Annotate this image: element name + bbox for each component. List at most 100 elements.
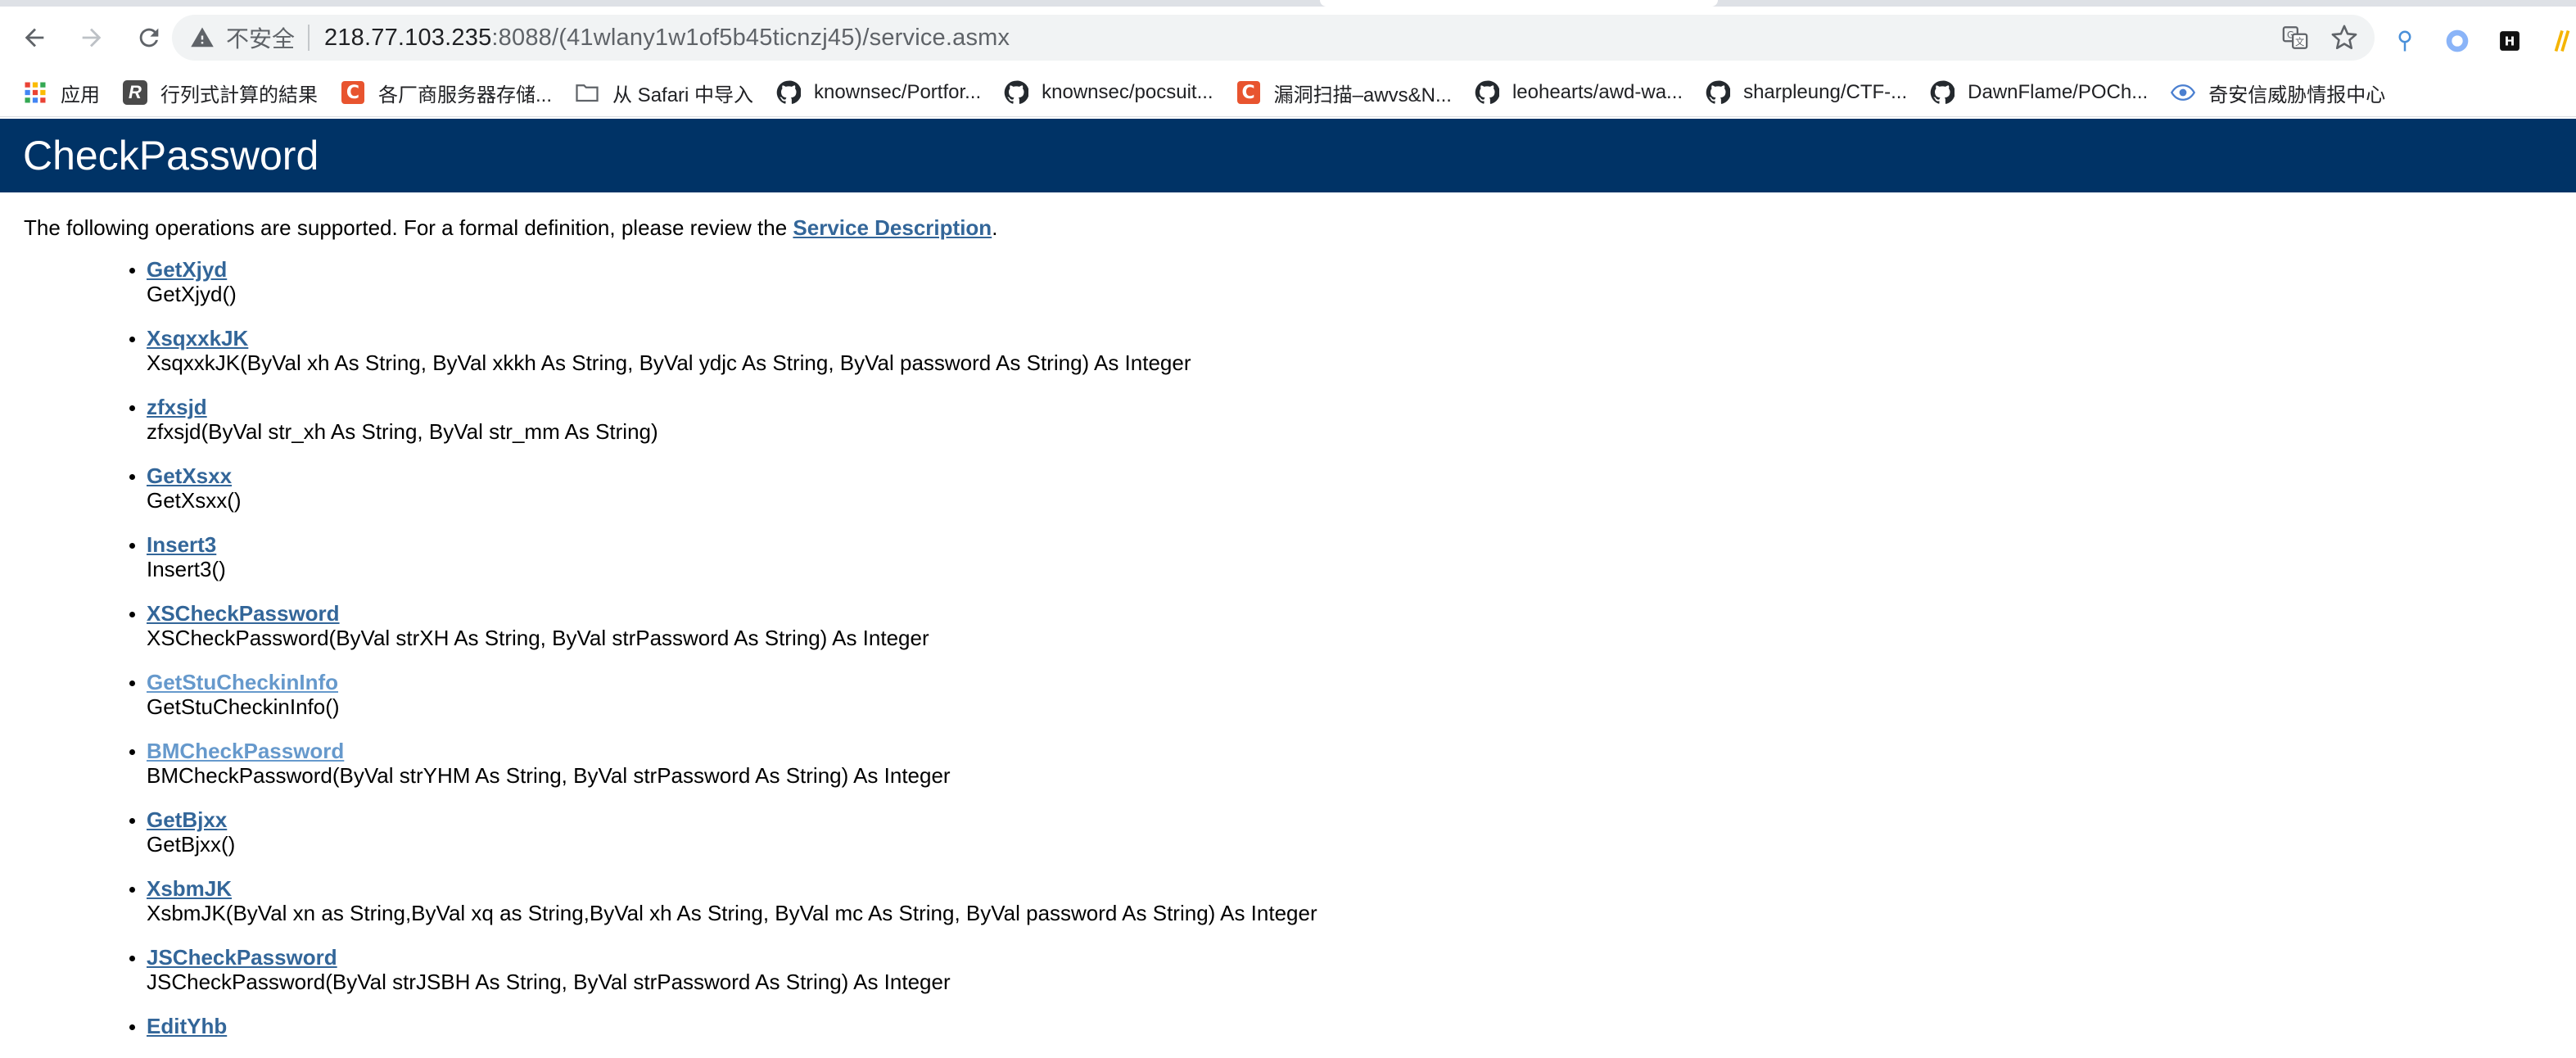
extension-h[interactable]: H: [2496, 27, 2524, 55]
operation-signature: GetXsxx(): [147, 488, 242, 513]
operation-item: XsbmJKXsbmJK(ByVal xn as String,ByVal xq…: [147, 876, 2576, 925]
extension-pin[interactable]: [2391, 27, 2419, 55]
omnibox-divider: [308, 25, 310, 51]
operation-signature: JSCheckPassword(ByVal strJSBH As String,…: [147, 970, 951, 994]
security-label: 不安全: [226, 26, 296, 52]
operation-link[interactable]: GetBjxx: [147, 807, 227, 832]
r-logo-icon: R: [123, 80, 147, 105]
forward-button[interactable]: [69, 15, 115, 61]
operation-link[interactable]: GetXsxx: [147, 463, 232, 488]
bookmark-label: 应用: [61, 84, 100, 106]
bookmark-determinant[interactable]: R 行列式計算的結果: [123, 79, 318, 107]
operation-signature: BMCheckPassword(ByVal strYHM As String, …: [147, 763, 951, 788]
folder-icon: [575, 80, 599, 105]
translate-icon[interactable]: G 文: [2281, 24, 2309, 52]
security-chip[interactable]: 不安全: [190, 21, 295, 54]
operation-item: GetXjydGetXjyd(): [147, 257, 2576, 306]
operation-item: zfxsjdzfxsjd(ByVal str_xh As String, ByV…: [147, 395, 2576, 444]
circle-extension-icon: [2446, 29, 2469, 52]
eye-icon: [2171, 80, 2196, 105]
operation-item: GetBjxxGetBjxx(): [147, 807, 2576, 857]
h-extension-icon: H: [2500, 31, 2520, 51]
reload-button[interactable]: [126, 15, 172, 61]
bookmark-label: 从 Safari 中导入: [612, 84, 754, 106]
star-icon[interactable]: [2330, 24, 2358, 52]
bookmark-dawnflame[interactable]: DawnFlame/POCh...: [1930, 80, 2148, 105]
operation-signature: XSCheckPassword(ByVal strXH As String, B…: [147, 626, 929, 650]
pin-icon: [2398, 30, 2411, 52]
c-logo-icon: C: [1236, 80, 1261, 105]
operation-link[interactable]: XsbmJK: [147, 876, 232, 901]
bookmark-vuln-scan[interactable]: C 漏洞扫描–awvs&N...: [1236, 79, 1452, 107]
service-description-link[interactable]: Service Description: [793, 215, 992, 240]
github-icon: [1930, 80, 1955, 105]
github-icon: [1706, 80, 1731, 105]
active-tab[interactable]: [1320, 0, 1718, 7]
bookmark-label: knownsec/pocsuit...: [1042, 81, 1213, 103]
operation-signature: XsqxxkJK(ByVal xh As String, ByVal xkkh …: [147, 350, 1191, 375]
url-host: 218.77.103.235: [324, 24, 492, 51]
arrow-left-icon: [25, 28, 44, 47]
bookmark-knownsec-pocsuite[interactable]: knownsec/pocsuit...: [1004, 80, 1213, 105]
operation-item: GetXsxxGetXsxx(): [147, 463, 2576, 513]
warning-icon: [191, 27, 214, 47]
bookmark-safari-import[interactable]: 从 Safari 中导入: [575, 79, 753, 107]
intro-text: The following operations are supported. …: [24, 211, 2576, 244]
operation-item: XSCheckPasswordXSCheckPassword(ByVal str…: [147, 601, 2576, 650]
operation-signature: zfxsjd(ByVal str_xh As String, ByVal str…: [147, 419, 658, 444]
bookmark-label: 奇安信威胁情报中心: [2208, 84, 2386, 106]
svg-text:H: H: [2505, 34, 2515, 48]
url-text[interactable]: 218.77.103.235:8088/(41wlany1w1of5b45tic…: [324, 25, 1010, 52]
operation-item: EditYhb: [147, 1014, 2576, 1038]
bookmark-knownsec-portfor[interactable]: knownsec/Portfor...: [776, 80, 981, 105]
operation-link[interactable]: JSCheckPassword: [147, 945, 337, 970]
back-button[interactable]: [11, 15, 57, 61]
svg-text:文: 文: [2295, 36, 2304, 47]
operation-item: XsqxxkJKXsqxxkJK(ByVal xh As String, ByV…: [147, 326, 2576, 375]
bookmark-label: leohearts/awd-wa...: [1512, 81, 1683, 103]
intro-before: The following operations are supported. …: [24, 215, 793, 240]
extension-circle[interactable]: [2443, 27, 2471, 55]
operation-signature: GetBjxx(): [147, 832, 236, 857]
operation-link[interactable]: BMCheckPassword: [147, 739, 344, 763]
operation-link[interactable]: zfxsjd: [147, 395, 207, 419]
stripes-extension-icon: [2554, 29, 2570, 52]
bookmark-label: 行列式計算的結果: [160, 84, 318, 106]
operation-link[interactable]: XSCheckPassword: [147, 601, 340, 626]
extension-stripes[interactable]: [2548, 27, 2576, 55]
bookmarks-bar: 应用 R 行列式計算的結果 C 各厂商服务器存储... 从 Safari 中导入…: [0, 69, 2576, 117]
operation-signature: XsbmJK(ByVal xn as String,ByVal xq as St…: [147, 901, 1317, 925]
operation-link[interactable]: XsqxxkJK: [147, 326, 248, 350]
operation-signature: GetXjyd(): [147, 282, 237, 306]
operation-link[interactable]: EditYhb: [147, 1014, 227, 1038]
operation-link[interactable]: Insert3: [147, 532, 216, 557]
bookmark-label: DawnFlame/POCh...: [1968, 81, 2149, 103]
operation-link[interactable]: GetStuCheckinInfo: [147, 670, 338, 694]
operation-item: GetStuCheckinInfoGetStuCheckinInfo(): [147, 670, 2576, 719]
operation-signature: Insert3(): [147, 557, 226, 581]
bookmark-sharpleung[interactable]: sharpleung/CTF-...: [1706, 80, 1907, 105]
page-title: CheckPassword: [23, 133, 319, 179]
operation-link[interactable]: GetXjyd: [147, 257, 227, 282]
github-icon: [776, 80, 802, 105]
bookmark-label: sharpleung/CTF-...: [1743, 81, 1908, 103]
reload-icon: [139, 28, 159, 47]
address-bar[interactable]: 不安全 218.77.103.235:8088/(41wlany1w1of5b4…: [172, 15, 2375, 61]
tab-strip: [0, 0, 2576, 7]
browser-toolbar: 不安全 218.77.103.235:8088/(41wlany1w1of5b4…: [0, 7, 2576, 69]
bookmark-qianxin-ti[interactable]: 奇安信威胁情报中心: [2171, 79, 2385, 107]
operation-signature: GetStuCheckinInfo(): [147, 694, 340, 719]
github-icon: [1475, 80, 1499, 105]
bookmark-label: knownsec/Portfor...: [814, 81, 982, 103]
bookmark-leohearts[interactable]: leohearts/awd-wa...: [1475, 80, 1683, 105]
github-icon: [1004, 80, 1029, 105]
bookmark-label: 各厂商服务器存储...: [378, 84, 553, 106]
bookmark-apps[interactable]: 应用: [23, 79, 100, 107]
apps-grid-icon: [23, 80, 47, 105]
url-path: :8088/(41wlany1w1of5b45ticnzj45)/service…: [491, 24, 1010, 51]
bookmark-server-storage[interactable]: C 各厂商服务器存储...: [341, 79, 552, 107]
operations-list: GetXjydGetXjyd() XsqxxkJKXsqxxkJK(ByVal x…: [24, 257, 2576, 1038]
service-heading-bar: CheckPassword: [0, 119, 2576, 192]
operation-item: Insert3Insert3(): [147, 532, 2576, 581]
operation-item: JSCheckPasswordJSCheckPassword(ByVal str…: [147, 945, 2576, 994]
